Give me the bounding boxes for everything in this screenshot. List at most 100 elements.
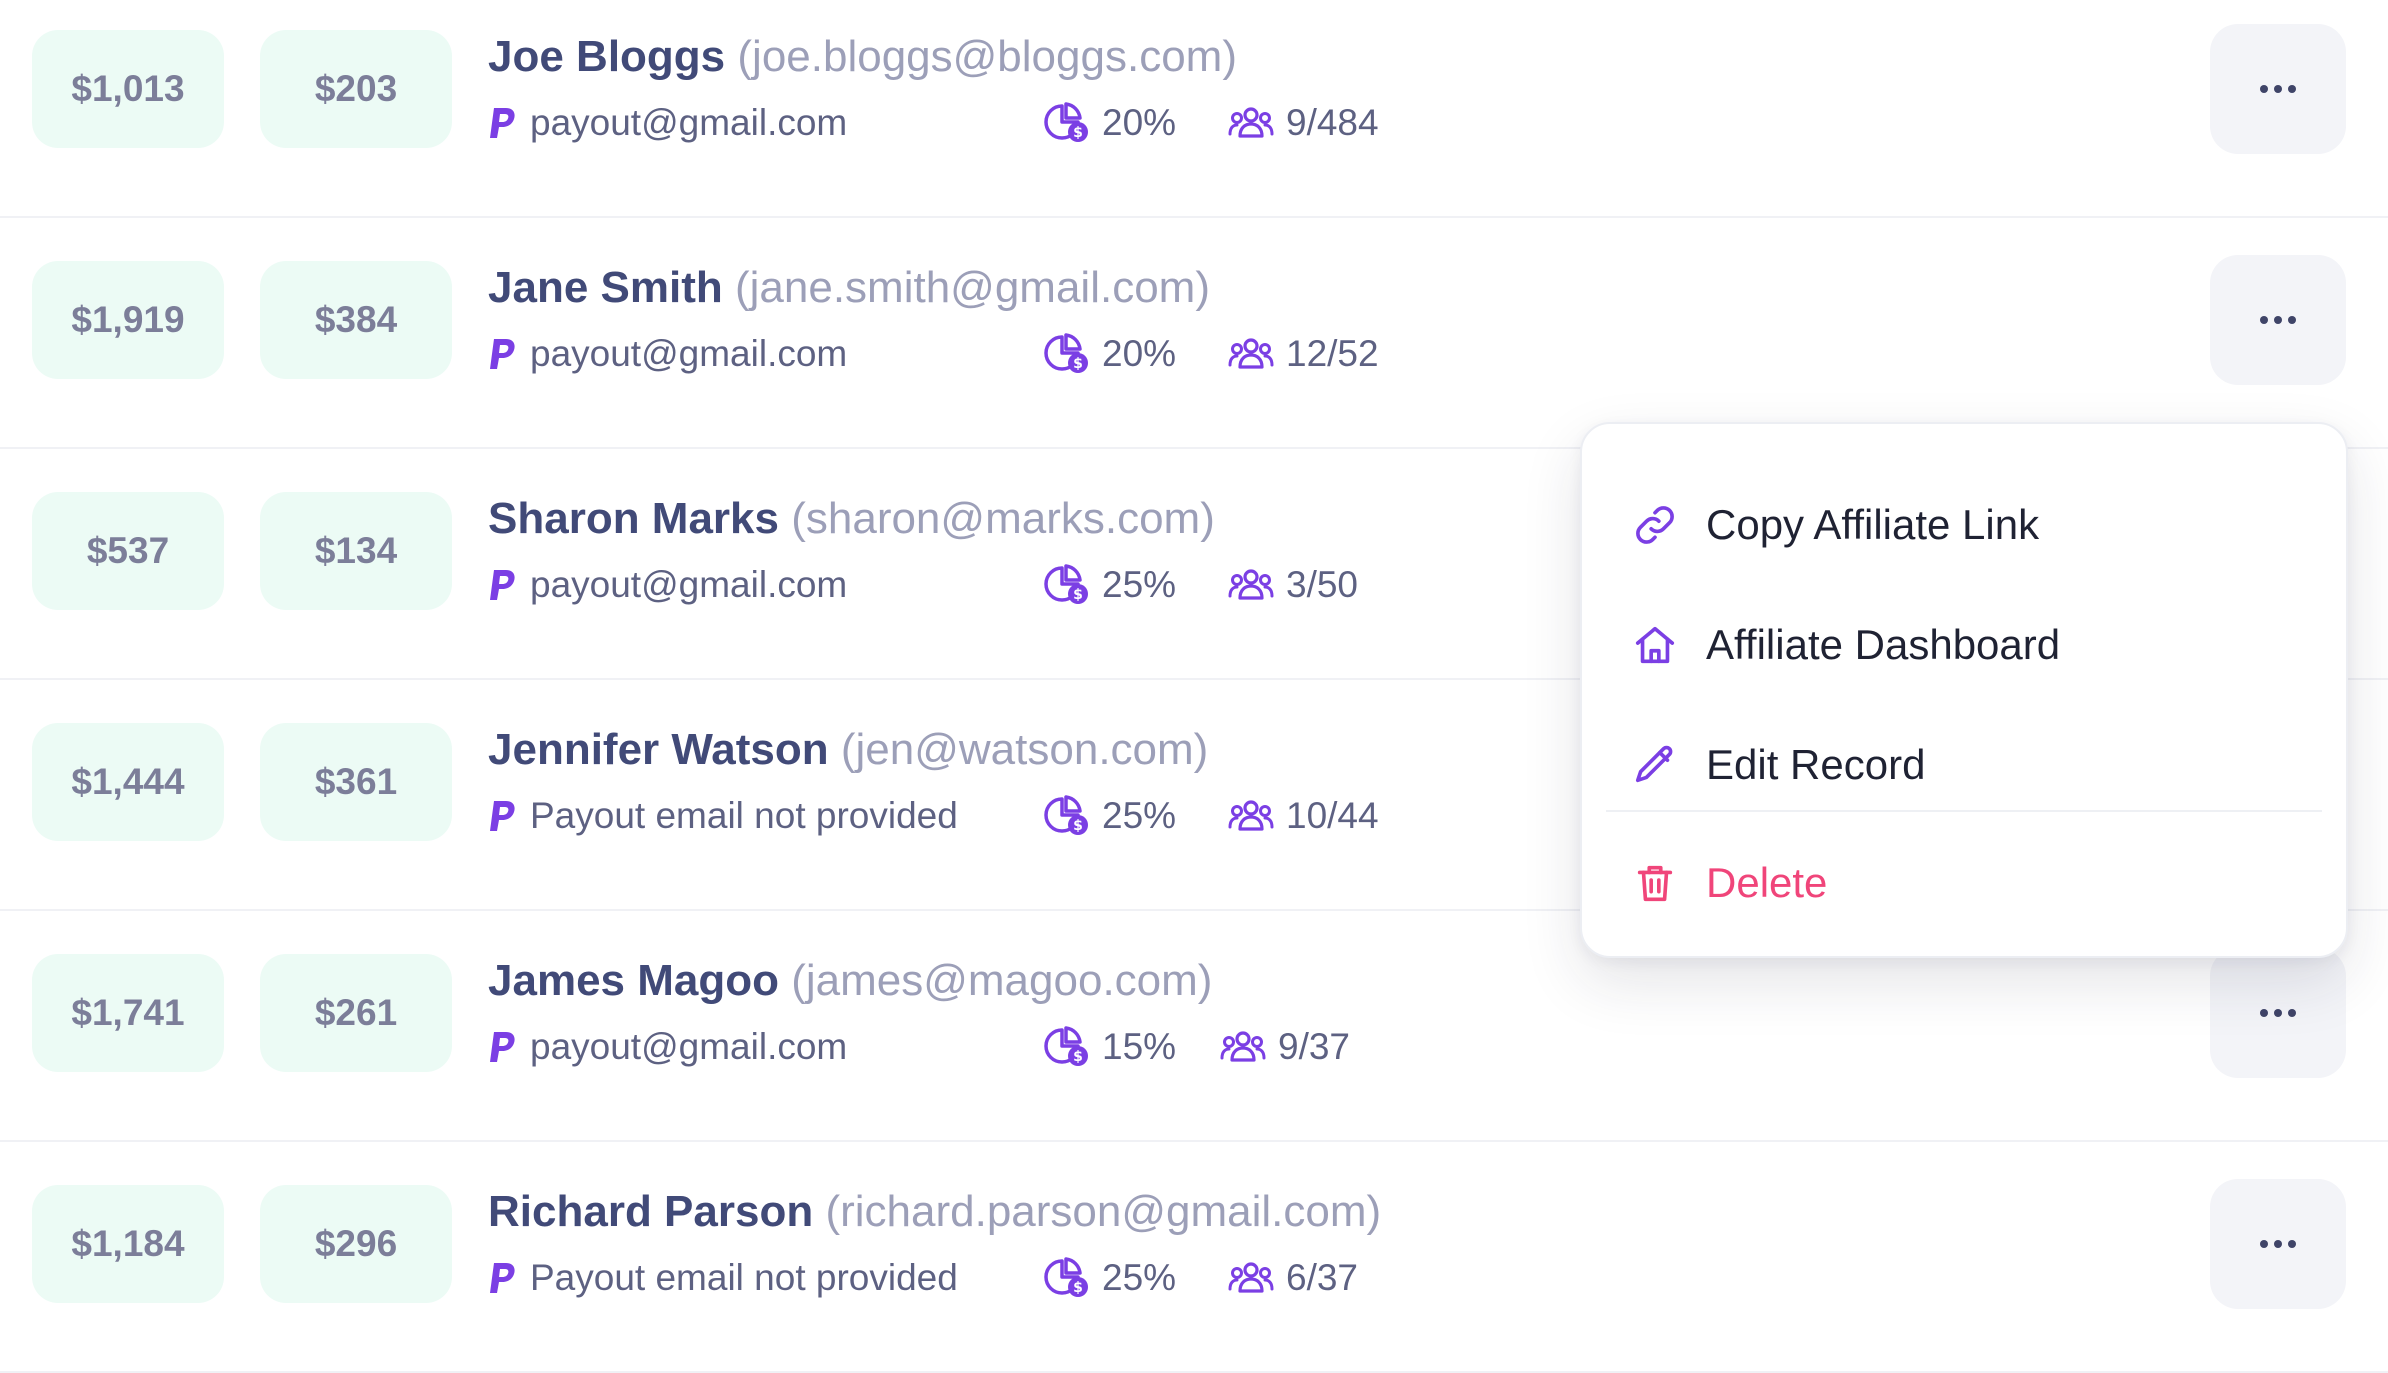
payout-email: payout@gmail.com [488, 333, 847, 375]
referrals: 6/37 [1228, 1257, 1358, 1299]
svg-text:$: $ [1073, 1280, 1083, 1296]
menu-item-label: Affiliate Dashboard [1706, 621, 2061, 668]
payout-email-text: payout@gmail.com [530, 102, 848, 143]
payout-email: Payout email not provided [488, 795, 958, 837]
affiliate-email: (sharon@marks.com) [791, 494, 1215, 543]
menu-item-copy-affiliate-link[interactable]: Copy Affiliate Link [1582, 470, 2346, 580]
commission-rate: $ 25% [1044, 1257, 1176, 1299]
more-options-button[interactable] [2210, 255, 2346, 385]
affiliate-email: (jen@watson.com) [840, 725, 1209, 774]
commission-badge: $203 [260, 30, 452, 148]
svg-text:$: $ [1073, 125, 1083, 141]
affiliate-name-line: Joe Bloggs (joe.bloggs@bloggs.com) [488, 32, 1237, 82]
pencil-icon [1635, 745, 1673, 783]
payout-email-text: Payout email not provided [530, 1257, 958, 1298]
total-earnings-badge: $1,184 [32, 1185, 224, 1303]
svg-text:$: $ [1073, 818, 1083, 834]
payout-email: payout@gmail.com [488, 102, 847, 144]
commission-rate: $ 15% [1044, 1026, 1176, 1068]
commission-rate: $ 20% [1044, 333, 1176, 375]
menu-item-label: Delete [1706, 859, 1828, 906]
commission-badge: $384 [260, 261, 452, 379]
commission-rate-text: 25% [1102, 795, 1177, 836]
pie-dollar-icon: $ [1044, 1257, 1088, 1297]
users-icon [1228, 800, 1274, 831]
total-earnings-badge: $1,013 [32, 30, 224, 148]
payout-email: payout@gmail.com [488, 1026, 847, 1068]
users-icon [1228, 1262, 1274, 1293]
payout-email-text: payout@gmail.com [530, 333, 848, 374]
paypal-icon [490, 108, 515, 138]
row-actions-menu: Copy Affiliate Link Affiliate Dashboard … [1580, 422, 2348, 958]
referrals: 9/37 [1220, 1026, 1350, 1068]
paypal-icon [490, 1032, 515, 1062]
pie-dollar-icon: $ [1044, 333, 1088, 373]
more-options-button[interactable] [2210, 948, 2346, 1078]
trash-icon [1637, 865, 1673, 902]
affiliate-email: (james@magoo.com) [791, 956, 1213, 1005]
more-horizontal-icon [2260, 1240, 2296, 1248]
commission-badge: $134 [260, 492, 452, 610]
affiliate-email: (joe.bloggs@bloggs.com) [737, 32, 1237, 81]
affiliate-name-line: James Magoo (james@magoo.com) [488, 956, 1212, 1006]
referrals: 9/484 [1228, 102, 1379, 144]
payout-email-text: payout@gmail.com [530, 564, 848, 605]
more-horizontal-icon [2260, 1009, 2296, 1017]
affiliate-name[interactable]: Richard Parson [488, 1187, 813, 1236]
commission-rate: $ 25% [1044, 795, 1176, 837]
paypal-icon [490, 801, 515, 831]
menu-item-edit-record[interactable]: Edit Record [1582, 710, 2346, 820]
more-horizontal-icon [2260, 316, 2296, 324]
referrals: 3/50 [1228, 564, 1358, 606]
more-options-button[interactable] [2210, 24, 2346, 154]
menu-item-label: Copy Affiliate Link [1706, 501, 2040, 548]
svg-text:$: $ [1073, 356, 1083, 372]
pie-dollar-icon: $ [1044, 102, 1088, 142]
affiliate-name-line: Jennifer Watson (jen@watson.com) [488, 725, 1208, 775]
affiliate-name[interactable]: Joe Bloggs [488, 32, 725, 81]
commission-rate-text: 25% [1102, 564, 1177, 605]
table-row: $1,013 $203 Joe Bloggs (joe.bloggs@blogg… [0, 0, 2388, 218]
referrals-text: 3/50 [1286, 564, 1359, 605]
pie-dollar-icon: $ [1044, 795, 1088, 835]
commission-rate-text: 15% [1102, 1026, 1177, 1067]
menu-item-delete[interactable]: Delete [1582, 828, 2346, 938]
users-icon [1228, 338, 1274, 369]
users-icon [1228, 569, 1274, 600]
affiliate-email: (richard.parson@gmail.com) [825, 1187, 1382, 1236]
affiliate-email: (jane.smith@gmail.com) [734, 263, 1210, 312]
pie-dollar-icon: $ [1044, 1026, 1088, 1066]
more-options-button[interactable] [2210, 1179, 2346, 1309]
affiliate-name[interactable]: James Magoo [488, 956, 779, 1005]
affiliate-name[interactable]: Jane Smith [488, 263, 723, 312]
more-horizontal-icon [2260, 85, 2296, 93]
menu-divider [1606, 810, 2322, 812]
payout-email: payout@gmail.com [488, 564, 847, 606]
affiliate-name-line: Richard Parson (richard.parson@gmail.com… [488, 1187, 1381, 1237]
commission-rate: $ 20% [1044, 102, 1176, 144]
users-icon [1220, 1031, 1266, 1062]
affiliate-name-line: Jane Smith (jane.smith@gmail.com) [488, 263, 1210, 313]
home-icon [1635, 626, 1675, 664]
menu-item-label: Edit Record [1706, 741, 1926, 788]
referrals: 12/52 [1228, 333, 1379, 375]
commission-rate-text: 25% [1102, 1257, 1177, 1298]
payout-email: Payout email not provided [488, 1257, 958, 1299]
paypal-icon [490, 1263, 515, 1293]
affiliate-name-line: Sharon Marks (sharon@marks.com) [488, 494, 1215, 544]
menu-item-affiliate-dashboard[interactable]: Affiliate Dashboard [1582, 590, 2346, 700]
table-row: $1,919 $384 Jane Smith (jane.smith@gmail… [0, 219, 2388, 449]
payout-email-text: payout@gmail.com [530, 1026, 848, 1067]
total-earnings-badge: $1,444 [32, 723, 224, 841]
link-icon [1636, 506, 1674, 544]
referrals: 10/44 [1228, 795, 1379, 837]
referrals-text: 12/52 [1286, 333, 1379, 374]
pie-dollar-icon: $ [1044, 564, 1088, 604]
users-icon [1228, 107, 1274, 138]
total-earnings-badge: $1,741 [32, 954, 224, 1072]
total-earnings-badge: $537 [32, 492, 224, 610]
referrals-text: 6/37 [1286, 1257, 1359, 1298]
affiliate-name[interactable]: Sharon Marks [488, 494, 779, 543]
affiliate-name[interactable]: Jennifer Watson [488, 725, 829, 774]
svg-text:$: $ [1073, 1049, 1083, 1065]
